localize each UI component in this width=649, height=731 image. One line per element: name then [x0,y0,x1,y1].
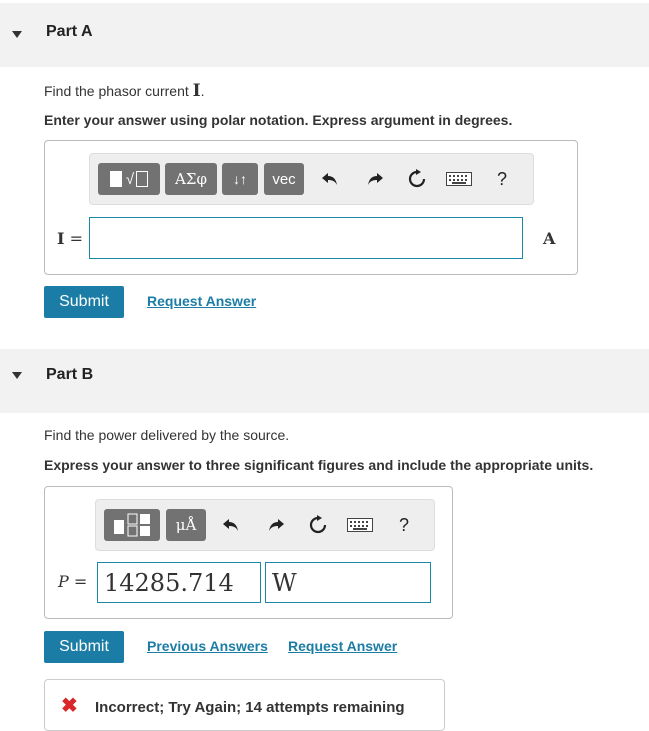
part-b-submit-button[interactable]: Submit [44,631,124,663]
part-a-prompt: Find the phasor current I. [44,81,205,101]
part-b-unit-input[interactable]: W [265,562,431,603]
part-a-instruction: Enter your answer using polar notation. … [44,112,513,128]
part-a-submit-button[interactable]: Submit [44,286,124,318]
sqrt-icon: √ [125,170,135,188]
greek-letters-button[interactable]: ΑΣφ [165,163,217,195]
part-a-answer-input[interactable] [89,217,523,259]
part-a-header[interactable]: Part A [0,3,649,67]
part-b-toolbar: μÅ ? [95,499,435,551]
keyboard-icon[interactable] [445,168,473,190]
incorrect-x-icon: ✖ [61,695,78,717]
part-b-previous-answers-link[interactable]: Previous Answers [147,638,268,654]
redo-icon[interactable] [363,167,387,191]
collapse-caret-icon[interactable] [12,372,22,379]
part-a-unit: A [543,229,556,248]
arrows-button[interactable]: ↓↑ [222,163,258,195]
undo-icon[interactable] [219,513,243,537]
keyboard-icon[interactable] [346,514,374,536]
part-b-title: Part B [46,366,94,383]
part-b-instruction: Express your answer to three significant… [44,457,594,473]
reset-icon[interactable] [405,167,429,191]
redo-icon[interactable] [264,513,288,537]
units-button[interactable]: μÅ [166,509,206,541]
help-icon[interactable]: ? [490,167,514,191]
vec-button[interactable]: vec [264,163,304,195]
part-a-title: Part A [46,23,93,40]
part-b-request-answer-link[interactable]: Request Answer [288,638,397,654]
feedback-message: Incorrect; Try Again; 14 attempts remain… [95,699,405,716]
template-box-icon [136,171,149,187]
help-icon[interactable]: ? [392,513,416,537]
part-a-input-label: I = [57,229,83,248]
templates-button[interactable]: √ [98,163,160,195]
collapse-caret-icon[interactable] [12,31,22,38]
reset-icon[interactable] [306,513,330,537]
template-block-icon [109,171,122,187]
part-b-header[interactable]: Part B [0,349,649,413]
part-b-answer-panel: μÅ ? P = 14285.714 W [44,486,453,619]
part-b-input-label: P = [58,572,88,591]
part-a-answer-panel: √ ΑΣφ ↓↑ vec ? I = A [44,140,578,275]
fraction-template-icon [114,513,150,537]
part-b-prompt: Find the power delivered by the source. [44,427,290,443]
templates-button[interactable] [104,509,160,541]
part-a-toolbar: √ ΑΣφ ↓↑ vec ? [89,153,534,205]
undo-icon[interactable] [318,167,342,191]
feedback-box: ✖ Incorrect; Try Again; 14 attempts rema… [44,679,445,731]
part-a-request-answer-link[interactable]: Request Answer [147,293,256,309]
part-b-value-input[interactable]: 14285.714 [97,562,261,603]
